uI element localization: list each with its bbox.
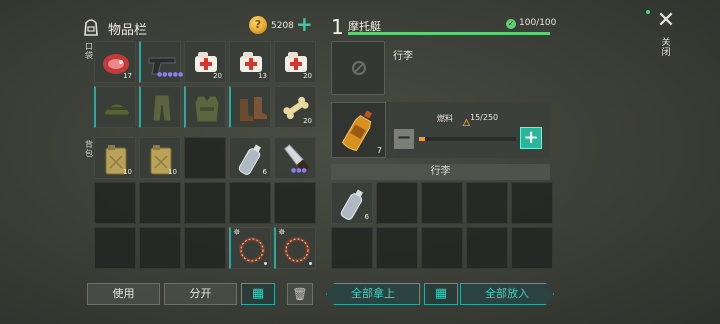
item-quantity: 10 xyxy=(168,168,177,176)
take-all-button[interactable]: 全部拿上 xyxy=(326,283,420,305)
item-quantity: 20 xyxy=(303,72,312,80)
fuel-bottle-icon xyxy=(341,110,373,152)
durability-check-icon: ✓ xyxy=(506,19,516,29)
trunk-slot[interactable] xyxy=(331,227,373,269)
pocket-slot[interactable]: 17 xyxy=(94,41,136,83)
vehicle-slot-number: 1 xyxy=(331,15,344,39)
item-quantity: 6 xyxy=(262,168,267,176)
backpack-slot[interactable]: 6 xyxy=(229,137,271,179)
coin-icon: ? xyxy=(249,16,267,34)
trunk-slot[interactable] xyxy=(511,227,553,269)
online-status-dot xyxy=(646,10,650,14)
trunk-slot[interactable] xyxy=(376,227,418,269)
backpack-slot[interactable] xyxy=(274,182,316,224)
engine-slot[interactable] xyxy=(331,41,385,95)
trunk-slot[interactable] xyxy=(421,227,463,269)
split-button[interactable]: 分开 xyxy=(164,283,237,305)
engine-slot-label: 行李 xyxy=(393,51,413,62)
pocket-slot[interactable] xyxy=(229,86,271,128)
backpack-icon xyxy=(82,17,100,37)
backpack-slot[interactable] xyxy=(184,137,226,179)
trunk-slot[interactable]: 6 xyxy=(331,182,373,224)
backpack-slot[interactable] xyxy=(139,182,181,224)
backpack-slot[interactable] xyxy=(184,227,226,269)
fuel-decrease-button[interactable]: − xyxy=(394,129,414,149)
close-label: 关闭 xyxy=(661,38,671,58)
item-quantity: 10 xyxy=(123,168,132,176)
backpack-slot[interactable]: 10 xyxy=(139,137,181,179)
trunk-slot[interactable] xyxy=(376,182,418,224)
coin-count: 5208 xyxy=(271,21,294,31)
empty-slot-icon xyxy=(352,61,366,75)
put-all-button[interactable]: 全部放入 xyxy=(460,283,554,305)
fuel-value: 15/250 xyxy=(470,113,499,122)
use-button[interactable]: 使用 xyxy=(87,283,160,305)
backpack-slot[interactable]: ✵ xyxy=(229,227,271,269)
backpack-slot[interactable]: ●●● xyxy=(274,137,316,179)
trunk-slot[interactable] xyxy=(466,182,508,224)
backpack-slot[interactable] xyxy=(184,182,226,224)
pocket-slot[interactable]: 20 xyxy=(184,41,226,83)
trunk-slot[interactable] xyxy=(421,182,463,224)
pocket-slot[interactable] xyxy=(184,86,226,128)
vehicle-durability: 100/100 xyxy=(519,18,557,28)
backpack-slot[interactable]: ✵ xyxy=(274,227,316,269)
trunk-sort-grid-button[interactable]: ▦ xyxy=(424,283,458,305)
item-rarity-dots: ●●● xyxy=(291,167,307,174)
backpack-slot[interactable] xyxy=(94,182,136,224)
pocket-slot[interactable] xyxy=(94,86,136,128)
pocket-slot[interactable]: 20 xyxy=(274,41,316,83)
close-icon[interactable]: ✕ xyxy=(655,10,677,32)
pocket-label: 口袋 xyxy=(85,42,93,60)
pocket-slot[interactable] xyxy=(139,86,181,128)
backpack-slot[interactable] xyxy=(94,227,136,269)
trash-icon[interactable]: 🗑 xyxy=(287,283,313,305)
fuel-slider-fill xyxy=(419,137,425,141)
backpack-slot[interactable] xyxy=(139,227,181,269)
pocket-slot[interactable]: ●●●●● xyxy=(139,41,184,83)
buy-coins-plus-icon[interactable]: + xyxy=(296,14,313,34)
trunk-slot[interactable] xyxy=(511,182,553,224)
fuel-slider[interactable] xyxy=(419,137,516,141)
item-quantity: 20 xyxy=(213,72,222,80)
item-quantity: 17 xyxy=(123,72,132,80)
fuel-item-slot[interactable]: 7 xyxy=(331,102,386,158)
fuel-item-qty: 7 xyxy=(376,146,382,155)
item-quantity: 13 xyxy=(258,72,267,80)
backpack-label: 背包 xyxy=(85,140,93,158)
item-rarity-dots: ●●●●● xyxy=(157,71,184,78)
fuel-label: 燃料 xyxy=(437,114,453,123)
item-quantity: 20 xyxy=(303,117,312,125)
pocket-slot[interactable]: 20 xyxy=(274,86,316,128)
sort-grid-button[interactable]: ▦ xyxy=(241,283,275,305)
trunk-header: 行李 xyxy=(331,164,550,180)
inventory-title: 物品栏 xyxy=(108,23,148,38)
backpack-slot[interactable]: 10 xyxy=(94,137,136,179)
trunk-slot[interactable] xyxy=(466,227,508,269)
backpack-slot[interactable] xyxy=(229,182,271,224)
vehicle-durability-bar xyxy=(348,32,550,35)
item-quantity: 6 xyxy=(364,213,369,221)
pocket-slot[interactable]: 13 xyxy=(229,41,271,83)
fuel-increase-button[interactable]: + xyxy=(520,127,542,149)
